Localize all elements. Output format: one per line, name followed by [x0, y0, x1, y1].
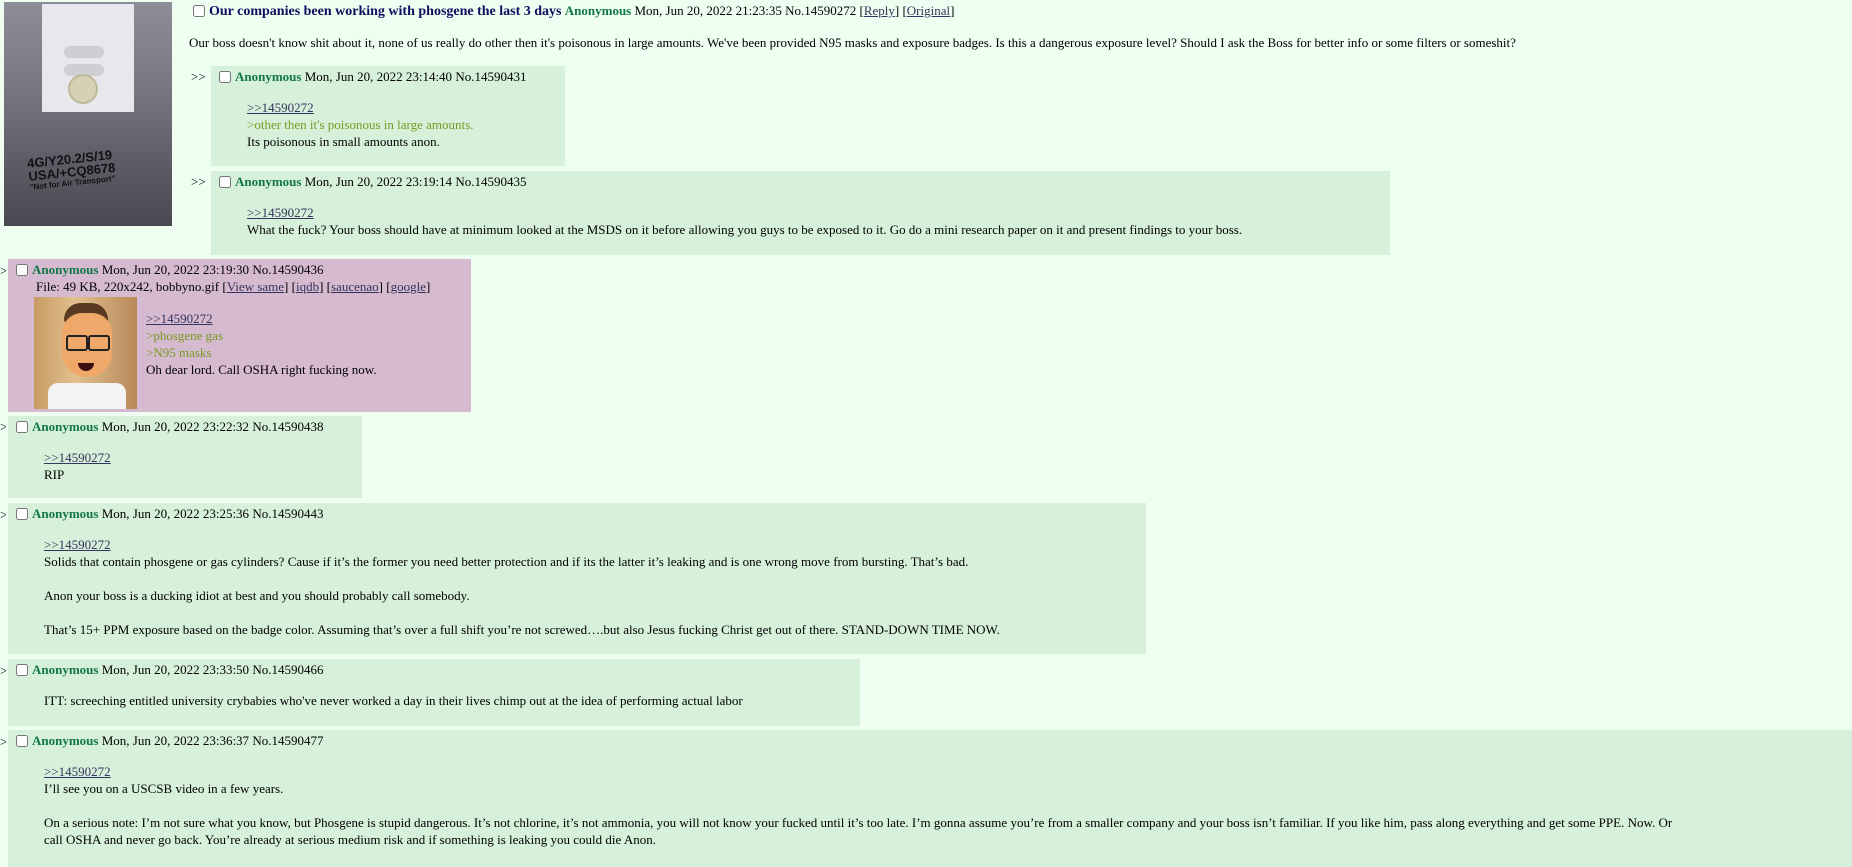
side-arrow: >	[0, 663, 6, 678]
op-message: Our boss doesn't know shit about it, non…	[189, 35, 1516, 50]
post-text: Anon your boss is a ducking idiot at bes…	[44, 588, 470, 603]
side-arrow: >	[0, 734, 6, 749]
post-image-thumbnail[interactable]	[34, 297, 137, 409]
original-link[interactable]: Original	[907, 3, 950, 18]
side-arrow: >	[0, 419, 6, 434]
cartoon-glasses	[88, 335, 110, 351]
thread-subject: Our companies been working with phosgene…	[209, 4, 562, 19]
greentext: >N95 masks	[146, 345, 212, 360]
post-text: RIP	[44, 467, 65, 482]
post-datetime: Mon, Jun 20, 2022 23:19:14	[304, 174, 453, 189]
op-checkbox[interactable]	[193, 5, 205, 17]
post-number[interactable]: No.14590438	[252, 419, 323, 434]
post-checkbox[interactable]	[16, 664, 28, 676]
post-checkbox[interactable]	[219, 176, 231, 188]
reply-arrow: >>	[191, 69, 206, 84]
view-same-link[interactable]: View same	[227, 279, 284, 294]
poster-name: Anonymous	[235, 69, 302, 84]
post-checkbox[interactable]	[16, 508, 28, 520]
post-text: Oh dear lord. Call OSHA right fucking no…	[146, 362, 377, 377]
quote-backlink[interactable]: >>14590272	[146, 311, 213, 326]
post-text: ITT: screeching entitled university cryb…	[44, 693, 743, 708]
post-datetime: Mon, Jun 20, 2022 21:23:35	[634, 3, 782, 18]
post-number[interactable]: No.14590477	[252, 733, 323, 748]
post-text: Solids that contain phosgene or gas cyli…	[44, 554, 969, 569]
reply-post: Anonymous Mon, Jun 20, 2022 23:14:40 No.…	[211, 66, 565, 166]
post-datetime: Mon, Jun 20, 2022 23:22:32	[101, 419, 250, 434]
post-text: On a serious note: I’m not sure what you…	[44, 815, 1673, 830]
reply-post: Anonymous Mon, Jun 20, 2022 23:33:50 No.…	[8, 659, 860, 726]
saucenao-link[interactable]: saucenao	[331, 279, 379, 294]
poster-name: Anonymous	[32, 662, 99, 677]
post-checkbox[interactable]	[219, 71, 231, 83]
cartoon-shirt	[48, 383, 126, 409]
post-text: That’s 15+ PPM exposure based on the bad…	[44, 622, 1000, 637]
greentext: >other then it's poisonous in large amou…	[247, 117, 474, 132]
post-datetime: Mon, Jun 20, 2022 23:14:40	[304, 69, 453, 84]
post-number[interactable]: No.14590272	[785, 3, 856, 18]
post-text: What the fuck? Your boss should have at …	[247, 222, 1243, 237]
post-datetime: Mon, Jun 20, 2022 23:33:50	[101, 662, 250, 677]
quote-backlink[interactable]: >>14590272	[247, 205, 314, 220]
post-text: I’ll see you on a USCSB video in a few y…	[44, 781, 284, 796]
file-info: File: 49 KB, 220x242, bobbyno.gif [View …	[36, 279, 431, 294]
poster-name: Anonymous	[32, 262, 99, 277]
post-checkbox[interactable]	[16, 421, 28, 433]
post-body: >>14590272 >phosgene gas >N95 masks Oh d…	[146, 310, 377, 378]
post-checkbox[interactable]	[16, 264, 28, 276]
quote-backlink[interactable]: >>14590272	[44, 764, 111, 779]
post-number[interactable]: No.14590443	[252, 506, 323, 521]
badge-strip	[64, 46, 104, 58]
post-number[interactable]: No.14590431	[455, 69, 526, 84]
side-arrow: >	[0, 507, 6, 522]
post-datetime: Mon, Jun 20, 2022 23:25:36	[101, 506, 250, 521]
poster-name: Anonymous	[32, 506, 99, 521]
iqdb-link[interactable]: iqdb	[296, 279, 319, 294]
op-header: Our companies been working with phosgene…	[193, 2, 954, 20]
google-link[interactable]: google	[391, 279, 426, 294]
reply-link[interactable]: Reply	[864, 3, 895, 18]
post-number[interactable]: No.14590435	[455, 174, 526, 189]
poster-name: Anonymous	[564, 3, 632, 18]
op-image-thumbnail[interactable]: 4G/Y20.2/S/19 USA/+CQ8678 "Not for Air T…	[4, 2, 172, 226]
reply-post: Anonymous Mon, Jun 20, 2022 23:36:37 No.…	[8, 730, 1852, 867]
post-text: Its poisonous in small amounts anon.	[247, 134, 440, 149]
post-number[interactable]: No.14590466	[252, 662, 323, 677]
poster-name: Anonymous	[235, 174, 302, 189]
post-datetime: Mon, Jun 20, 2022 23:36:37	[101, 733, 250, 748]
poster-name: Anonymous	[32, 419, 99, 434]
reply-post: Anonymous Mon, Jun 20, 2022 23:19:14 No.…	[211, 171, 1390, 255]
greentext: >phosgene gas	[146, 328, 224, 343]
post-datetime: Mon, Jun 20, 2022 23:19:30	[101, 262, 250, 277]
file-meta: File: 49 KB, 220x242, bobbyno.gif	[36, 279, 220, 294]
poster-name: Anonymous	[32, 733, 99, 748]
quote-backlink[interactable]: >>14590272	[247, 100, 314, 115]
quote-backlink[interactable]: >>14590272	[44, 537, 111, 552]
reply-post: Anonymous Mon, Jun 20, 2022 23:25:36 No.…	[8, 503, 1146, 654]
quote-backlink[interactable]: >>14590272	[44, 450, 111, 465]
post-number[interactable]: No.14590436	[252, 262, 323, 277]
post-checkbox[interactable]	[16, 735, 28, 747]
reply-post: Anonymous Mon, Jun 20, 2022 23:22:32 No.…	[8, 416, 362, 498]
reply-post-highlighted: Anonymous Mon, Jun 20, 2022 23:19:30 No.…	[8, 259, 471, 412]
side-arrow: >	[0, 263, 6, 278]
reply-arrow: >>	[191, 174, 206, 189]
post-text: call OSHA and never go back. You’re alre…	[44, 832, 656, 847]
cartoon-glasses	[66, 335, 88, 351]
badge-indicator	[68, 74, 98, 104]
image-stamp: 4G/Y20.2/S/19 USA/+CQ8678 "Not for Air T…	[26, 143, 162, 192]
